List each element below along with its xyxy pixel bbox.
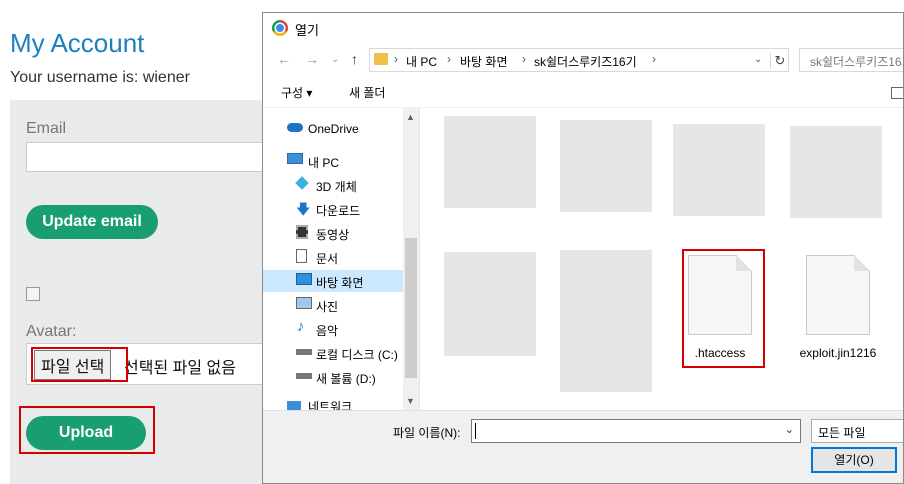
nav-item-local-disk-c[interactable]: 로컬 디스크 (C:)	[263, 342, 403, 364]
file-status-text: 선택된 파일 없음	[124, 360, 236, 377]
open-file-dialog: 열기 ← → ⌄ ↑ › 내 PC › 바탕 화면 › sk쉴더스루키즈16기 …	[262, 12, 904, 484]
nav-item-network[interactable]: 네트워크	[263, 398, 403, 410]
email-label: Email	[26, 120, 67, 137]
nav-item-onedrive[interactable]: OneDrive	[263, 118, 403, 140]
scroll-up-icon[interactable]: ▲	[406, 112, 415, 122]
computer-icon	[287, 153, 303, 164]
navigation-pane: OneDrive 내 PC 3D 개체 🡇 다운로드 동영상 문서 바탕 화면	[263, 108, 420, 410]
highlight-box-htaccess	[682, 249, 765, 368]
drive-icon	[296, 373, 312, 379]
scrollbar-thumb[interactable]	[405, 238, 417, 378]
desktop-icon	[296, 273, 312, 285]
nav-item-documents[interactable]: 문서	[263, 246, 403, 268]
chevron-right-icon: ›	[447, 52, 451, 66]
dialog-titlebar: 열기	[263, 13, 903, 43]
blank-file-icon	[806, 255, 870, 335]
highlight-box-upload	[19, 406, 155, 454]
thumbnail-tile[interactable]	[444, 252, 536, 356]
username-text: Your username is: wiener	[10, 69, 190, 86]
forward-arrow-icon[interactable]: →	[305, 51, 319, 67]
organize-button[interactable]: 구성 ▾	[281, 84, 312, 101]
search-input[interactable]: sk쉴더스루키즈16기 검색	[799, 48, 903, 72]
scroll-down-icon[interactable]: ▼	[406, 396, 415, 406]
thumbnail-tile[interactable]	[673, 124, 765, 216]
new-folder-button[interactable]: 새 폴더	[349, 84, 385, 101]
picture-icon	[296, 297, 312, 309]
open-button[interactable]: 열기(O)	[811, 447, 897, 473]
up-arrow-icon[interactable]: ↑	[351, 51, 358, 67]
thumbnail-tile[interactable]	[444, 116, 536, 208]
nav-item-downloads[interactable]: 🡇 다운로드	[263, 198, 403, 220]
file-name-label: exploit.jin1216	[799, 346, 877, 360]
filetype-select[interactable]: 모든 파일	[811, 419, 903, 443]
recent-dropdown-icon[interactable]: ⌄	[331, 54, 339, 65]
address-bar[interactable]: › 내 PC › 바탕 화면 › sk쉴더스루키즈16기 › ⌄ ↻	[369, 48, 789, 72]
filename-label: 파일 이름(N):	[393, 426, 461, 440]
thumbnail-tile[interactable]	[790, 126, 882, 218]
drive-icon	[296, 349, 312, 355]
cloud-icon	[287, 123, 303, 132]
highlight-box-choose-file	[31, 347, 128, 382]
chevron-right-icon: ›	[652, 52, 656, 66]
cube-icon	[295, 176, 309, 190]
nav-item-pictures[interactable]: 사진	[263, 294, 403, 316]
chevron-down-icon[interactable]: ⌄	[785, 423, 794, 436]
file-list-area: .htaccess exploit.jin1216	[420, 108, 903, 410]
thumbnail-tile[interactable]	[560, 120, 652, 212]
broken-avatar-image-icon	[26, 287, 40, 301]
nav-item-my-pc[interactable]: 내 PC	[263, 150, 403, 172]
breadcrumb-desktop[interactable]: 바탕 화면	[460, 53, 508, 70]
nav-item-music[interactable]: ♪ 음악	[263, 318, 403, 340]
chrome-icon	[272, 20, 288, 36]
avatar-label: Avatar:	[26, 323, 77, 340]
email-input[interactable]	[26, 142, 276, 172]
chevron-right-icon: ›	[394, 52, 398, 66]
dialog-title: 열기	[295, 23, 319, 38]
breadcrumb-folder[interactable]: sk쉴더스루키즈16기	[534, 53, 637, 70]
nav-pane-scrollbar[interactable]: ▲ ▼	[403, 108, 419, 410]
view-icon[interactable]	[891, 87, 903, 99]
folder-icon	[374, 53, 388, 65]
back-arrow-icon[interactable]: ←	[277, 51, 291, 67]
text-caret	[475, 423, 476, 439]
nav-item-volume-d[interactable]: 새 볼륨 (D:)	[263, 366, 403, 388]
thumbnail-tile[interactable]	[560, 250, 652, 392]
dialog-bottom-bar: 파일 이름(N): ⌄ 모든 파일 열기(O)	[263, 410, 903, 483]
refresh-icon[interactable]: ↻	[770, 53, 789, 69]
breadcrumb-my-pc[interactable]: 내 PC	[406, 53, 437, 70]
filename-input[interactable]: ⌄	[471, 419, 801, 443]
nav-item-3d-objects[interactable]: 3D 개체	[263, 174, 403, 196]
nav-item-desktop[interactable]: 바탕 화면	[263, 270, 403, 292]
update-email-button[interactable]: Update email	[26, 205, 158, 239]
nav-item-videos[interactable]: 동영상	[263, 222, 403, 244]
dialog-toolbar: 구성 ▾ 새 폴더	[263, 77, 903, 108]
navigation-bar: ← → ⌄ ↑ › 내 PC › 바탕 화면 › sk쉴더스루키즈16기 › ⌄…	[263, 43, 903, 77]
network-icon	[287, 401, 301, 410]
film-icon	[296, 225, 308, 239]
chevron-down-icon[interactable]: ⌄	[754, 54, 762, 65]
download-arrow-icon: 🡇	[296, 201, 311, 217]
chevron-right-icon: ›	[522, 52, 526, 66]
music-note-icon: ♪	[297, 318, 305, 335]
document-icon	[296, 249, 307, 263]
page-title: My Account	[10, 28, 145, 58]
